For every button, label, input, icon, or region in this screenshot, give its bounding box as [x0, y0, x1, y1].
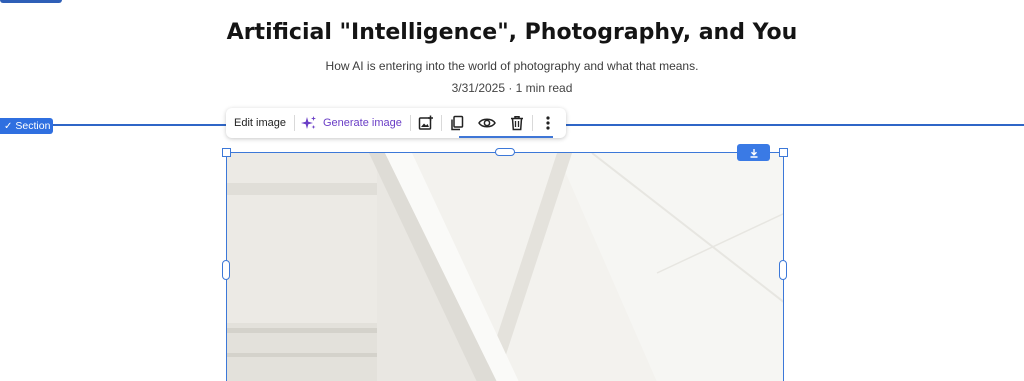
page-subtitle: How AI is entering into the world of pho…	[325, 59, 699, 73]
section-badge[interactable]: ✓ Section	[0, 118, 53, 134]
section-boundary-line-right	[566, 124, 1024, 126]
check-icon: ✓	[4, 121, 13, 132]
more-vertical-icon	[546, 116, 550, 130]
delete-button[interactable]	[502, 108, 532, 138]
replace-image-button[interactable]	[411, 108, 441, 138]
preview-button[interactable]	[472, 108, 502, 138]
sparkle-icon	[300, 116, 316, 129]
staircase-photo	[227, 153, 783, 381]
page-title: Artificial "Intelligence", Photography, …	[226, 20, 798, 45]
download-icon	[750, 148, 757, 158]
resize-handle-top-left[interactable]	[222, 148, 231, 157]
download-button[interactable]	[737, 144, 770, 161]
duplicate-button[interactable]	[442, 108, 472, 138]
generate-image-label: Generate image	[322, 117, 402, 129]
selected-image-frame[interactable]	[226, 152, 784, 381]
image-toolbar: Edit image Generate image	[226, 108, 566, 138]
image-add-icon	[418, 115, 433, 130]
trash-icon	[510, 116, 523, 131]
resize-handle-right[interactable]	[779, 260, 787, 280]
edit-image-label: Edit image	[234, 117, 286, 129]
resize-handle-top[interactable]	[495, 148, 515, 156]
top-active-tab-indicator	[0, 0, 62, 3]
more-options-button[interactable]	[533, 108, 563, 138]
resize-handle-left[interactable]	[222, 260, 230, 280]
toolbar-active-indicator	[459, 136, 553, 138]
resize-handle-top-right[interactable]	[779, 148, 788, 157]
article-meta: 3/31/2025 · 1 min read	[451, 81, 573, 95]
generate-image-button[interactable]: Generate image	[295, 108, 410, 138]
duplicate-icon	[451, 115, 464, 131]
section-boundary-line-left	[53, 124, 226, 126]
section-badge-label: Section	[15, 120, 51, 132]
edit-image-button[interactable]: Edit image	[226, 108, 294, 138]
eye-icon	[477, 118, 496, 128]
